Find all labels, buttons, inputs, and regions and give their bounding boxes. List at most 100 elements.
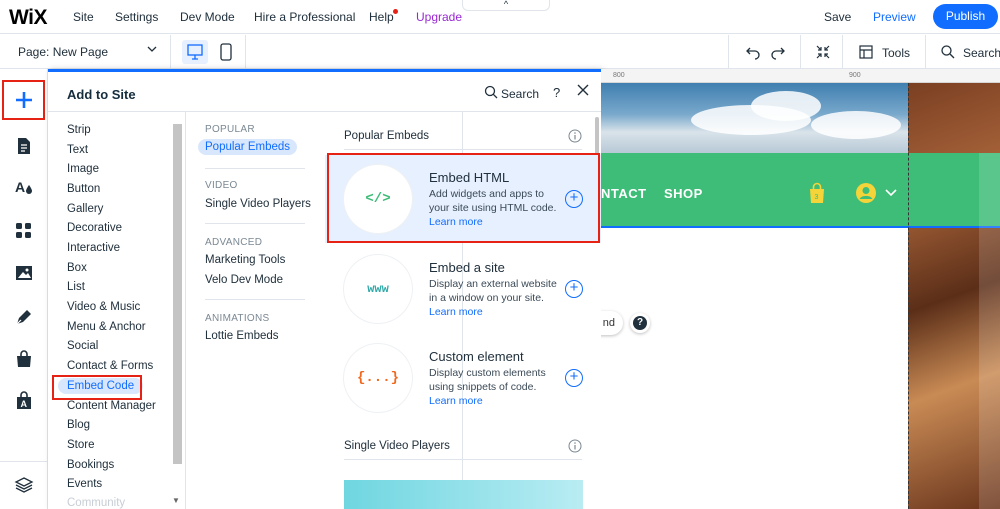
menu-hire-a-professional[interactable]: Hire a Professional [254,10,355,24]
video-player-thumbnail[interactable] [344,480,583,509]
category-content-manager[interactable]: Content Manager [67,400,156,412]
embed-a-site-card[interactable]: www Embed a site Display an external web… [325,245,601,333]
panel-help-button[interactable]: ? [553,85,560,100]
toolbar-divider [925,35,926,69]
section-underline [344,149,582,150]
horizontal-ruler: 800 900 [601,69,1000,83]
menu-help[interactable]: Help [369,10,394,24]
category-interactive[interactable]: Interactive [67,242,120,254]
subcategory-velo-dev-mode[interactable]: Velo Dev Mode [205,274,283,286]
site-header-strip[interactable] [601,153,1000,228]
category-list[interactable]: List [67,281,85,293]
chevron-down-icon[interactable] [146,43,158,55]
preview-button[interactable]: Preview [873,10,916,24]
heading-popular: POPULAR [205,124,255,135]
subcategory-single-video-players[interactable]: Single Video Players [205,198,311,210]
pages-icon[interactable] [14,136,34,156]
heading-animations: ANIMATIONS [205,313,270,324]
category-strip[interactable]: Strip [67,124,91,136]
subcategory-marketing-tools[interactable]: Marketing Tools [205,254,285,266]
close-icon[interactable] [576,83,590,97]
search-icon[interactable] [484,85,498,99]
cloud [811,111,901,139]
category-store[interactable]: Store [67,439,95,451]
learn-more-link[interactable]: Learn more [429,395,483,407]
search-button[interactable]: Search [963,46,1000,60]
section-title-single-video-players: Single Video Players [344,440,450,452]
scroll-down-arrow[interactable]: ▼ [172,496,180,505]
tools-icon[interactable] [858,44,874,60]
mobile-icon [220,43,232,61]
custom-element-card[interactable]: {...} Custom element Display custom elem… [325,334,601,422]
category-box[interactable]: Box [67,262,87,274]
site-nav-contact[interactable]: NTACT [601,186,647,201]
category-community[interactable]: Community [67,497,125,509]
tools-button[interactable]: Tools [882,46,910,60]
toolbar-divider [842,35,843,69]
heading-advanced: ADVANCED [205,237,263,248]
menu-dev-mode[interactable]: Dev Mode [180,10,235,24]
page-selector[interactable]: Page: New Page [18,45,108,59]
shopping-bag-icon[interactable]: 3 [808,182,826,204]
apps-icon[interactable] [14,221,34,241]
search-icon[interactable] [940,44,956,60]
editor-canvas[interactable]: 800 900 NTACT SHOP 3 nd ? [601,69,1000,509]
category-blog[interactable]: Blog [67,419,90,431]
menu-upgrade[interactable]: Upgrade [416,10,462,24]
zoom-out-icon[interactable] [815,44,831,60]
add-button[interactable]: + [565,280,583,298]
category-decorative[interactable]: Decorative [67,222,122,234]
undo-icon[interactable] [745,44,761,60]
publish-button[interactable]: Publish [933,4,998,29]
category-text[interactable]: Text [67,144,88,156]
redo-icon[interactable] [770,44,786,60]
menu-site[interactable]: Site [73,10,94,24]
category-menu-anchor[interactable]: Menu & Anchor [67,321,146,333]
panel-search-button[interactable]: Search [501,87,539,101]
left-rail: A A [0,69,48,509]
help-button[interactable]: ? [630,313,650,333]
panel-title: Add to Site [67,87,136,102]
floating-pill-button[interactable]: nd [601,311,623,335]
menu-settings[interactable]: Settings [115,10,158,24]
site-nav-shop[interactable]: SHOP [664,186,703,201]
section-title-popular-embeds: Popular Embeds [344,130,430,142]
subcategory-lottie-embeds[interactable]: Lottie Embeds [205,330,279,342]
design-icon[interactable]: A [14,177,34,197]
desktop-view-button[interactable] [182,40,208,64]
layers-icon[interactable] [14,475,34,495]
category-button[interactable]: Button [67,183,100,195]
editor-toolbar: Page: New Page Tools Search [0,35,1000,69]
chevron-down-icon[interactable] [885,188,897,198]
highlight-box [327,153,600,243]
store-bag-icon[interactable] [14,349,34,369]
user-avatar-icon[interactable] [855,182,877,204]
add-elements-button[interactable] [2,80,45,120]
category-image[interactable]: Image [67,163,99,175]
section-divider [205,223,305,224]
save-button[interactable]: Save [824,10,851,24]
collapse-toolbar-tab[interactable]: ^ [462,0,550,11]
category-video-music[interactable]: Video & Music [67,301,140,313]
category-social[interactable]: Social [67,340,98,352]
blog-pen-icon[interactable] [14,307,34,327]
category-contact-forms[interactable]: Contact & Forms [67,360,153,372]
subcategory-popular-embeds[interactable]: Popular Embeds [198,139,298,155]
rail-divider [0,461,48,462]
wix-logo[interactable]: WiX [9,6,47,30]
add-button[interactable]: + [565,369,583,387]
ruler-label: 900 [849,72,861,79]
category-bookings[interactable]: Bookings [67,459,114,471]
info-icon[interactable] [568,439,582,453]
media-icon[interactable] [14,263,34,283]
info-icon[interactable] [568,129,582,143]
category-gallery[interactable]: Gallery [67,203,103,215]
category-scrollbar[interactable] [173,124,182,464]
section-divider [205,299,305,300]
category-list: Strip Text Image Button Gallery Decorati… [48,112,186,509]
mobile-view-button[interactable] [218,40,234,64]
heading-video: VIDEO [205,180,238,191]
app-market-icon[interactable]: A [14,391,34,411]
category-events[interactable]: Events [67,478,102,490]
learn-more-link[interactable]: Learn more [429,306,483,318]
